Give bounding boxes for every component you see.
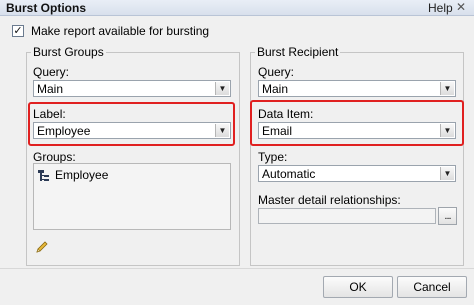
chevron-down-icon[interactable]: ▼ [440, 82, 454, 95]
close-icon[interactable]: ✕ [456, 0, 466, 14]
recipient-type-label: Type: [258, 150, 288, 164]
groups-list[interactable]: Employee [33, 163, 231, 230]
help-link[interactable]: Help [428, 1, 453, 15]
master-detail-label: Master detail relationships: [258, 193, 401, 207]
burst-recipient-legend: Burst Recipient [255, 45, 341, 59]
burst-groups-legend: Burst Groups [31, 45, 106, 59]
groups-label-value: Employee [37, 124, 91, 138]
make-available-label[interactable]: Make report available for bursting [31, 24, 209, 38]
recipient-data-item-label: Data Item: [258, 107, 314, 121]
groups-list-label: Groups: [33, 150, 76, 164]
master-detail-browse-button[interactable]: ... [438, 207, 457, 225]
groups-label-select[interactable]: Employee ▼ [33, 122, 231, 139]
chevron-down-icon[interactable]: ▼ [440, 124, 454, 137]
dialog-title: Burst Options [6, 1, 86, 15]
groups-label-label: Label: [33, 107, 66, 121]
hierarchy-icon [37, 169, 51, 182]
make-available-checkbox[interactable]: ✓ [12, 25, 24, 37]
master-detail-field[interactable] [258, 208, 436, 224]
groups-query-value: Main [37, 82, 64, 96]
list-item[interactable]: Employee [37, 168, 108, 182]
groups-query-select[interactable]: Main ▼ [33, 80, 231, 97]
chevron-down-icon[interactable]: ▼ [215, 82, 229, 95]
chevron-down-icon[interactable]: ▼ [440, 167, 454, 180]
recipient-type-value: Automatic [262, 167, 316, 181]
pencil-icon[interactable] [35, 240, 49, 254]
make-available-row[interactable]: ✓ Make report available for bursting [12, 24, 209, 38]
title-bar: Burst Options Help ✕ [0, 0, 474, 16]
recipient-query-value: Main [262, 82, 289, 96]
recipient-data-item-value: Email [262, 124, 293, 138]
groups-item-label: Employee [55, 168, 109, 182]
ok-button[interactable]: OK [323, 276, 393, 298]
recipient-data-item-select[interactable]: Email ▼ [258, 122, 456, 139]
footer-divider [0, 268, 474, 269]
recipient-query-label: Query: [258, 65, 295, 79]
chevron-down-icon[interactable]: ▼ [215, 124, 229, 137]
recipient-query-select[interactable]: Main ▼ [258, 80, 456, 97]
recipient-type-select[interactable]: Automatic ▼ [258, 165, 456, 182]
groups-query-label: Query: [33, 65, 70, 79]
cancel-button[interactable]: Cancel [397, 276, 467, 298]
